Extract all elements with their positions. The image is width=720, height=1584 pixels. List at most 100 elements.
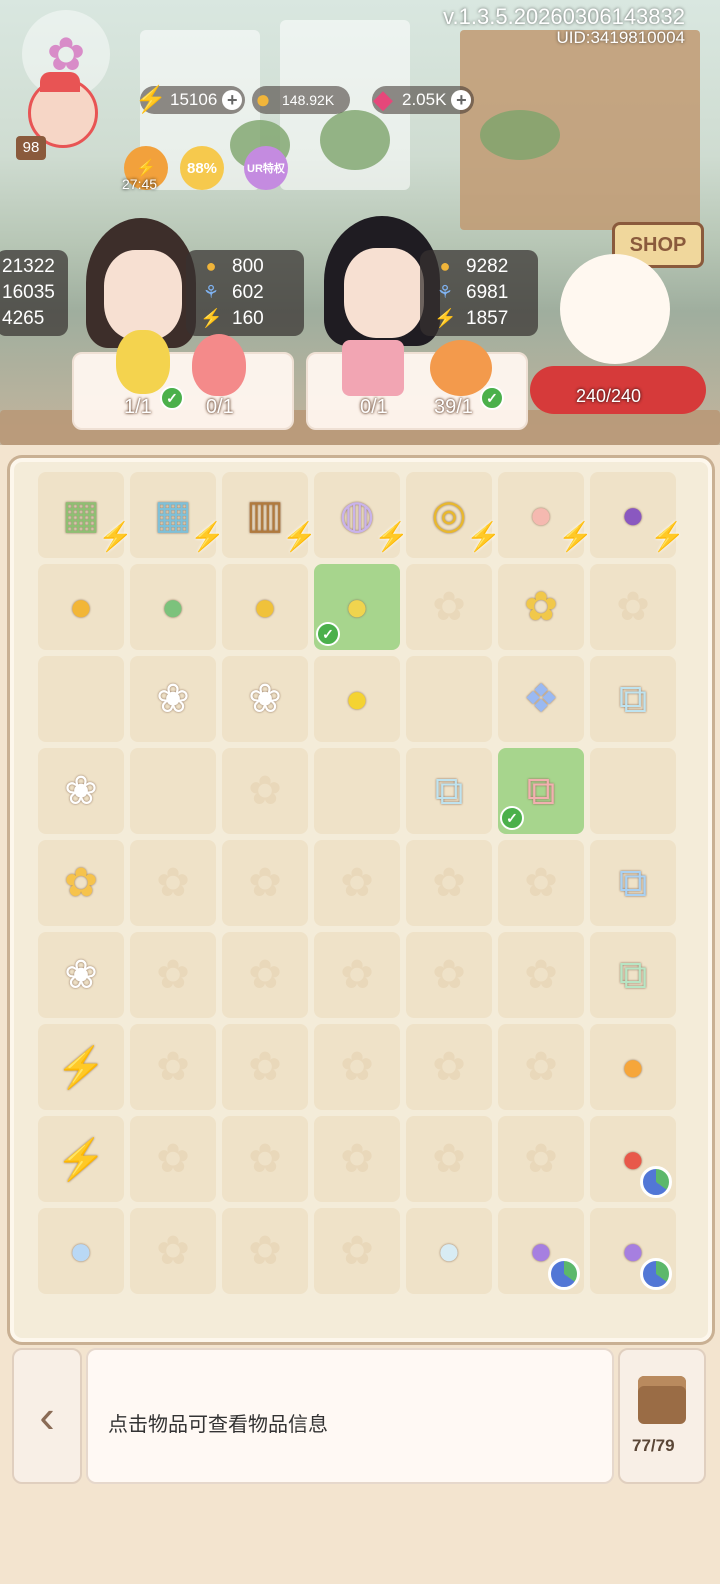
board-cell[interactable]: ▦ ⚡	[38, 472, 133, 558]
melon-icon: ●	[160, 584, 186, 629]
board-cell[interactable]: ✿	[222, 932, 308, 1018]
board-cell[interactable]: ▦ ⚡	[130, 472, 225, 558]
inventory-count: 77/79	[632, 1436, 675, 1455]
board-cell[interactable]: ⧉ ✓	[498, 748, 584, 834]
lemon-icon: ●	[344, 676, 370, 721]
locked-cell-icon: ✿	[156, 1045, 190, 1089]
board-cell[interactable]: ◎ ⚡	[406, 472, 501, 558]
board-cell[interactable]	[130, 748, 216, 834]
energy-orb-icon: ⚡	[56, 1045, 106, 1090]
board-cell[interactable]	[406, 656, 492, 742]
board-cell[interactable]: ✿	[314, 1116, 400, 1202]
board-cell[interactable]: ✿	[406, 1024, 492, 1110]
add-gems-button[interactable]: +	[451, 90, 472, 110]
magnolia-icon: ❀	[64, 769, 98, 813]
coin-counter[interactable]: ● 148.92K	[252, 85, 351, 114]
locked-cell-icon: ✿	[156, 861, 190, 905]
cooldown-icon	[548, 1258, 580, 1290]
board-cell[interactable]: ❖	[498, 656, 584, 742]
generator-bolt-icon: ⚡	[282, 521, 317, 552]
board-cell[interactable]: ●	[590, 1208, 676, 1294]
board-cell[interactable]: ✿	[222, 1116, 308, 1202]
board-cell[interactable]: ✿	[406, 1116, 492, 1202]
board-cell[interactable]	[590, 748, 676, 834]
board-cell[interactable]: ✿	[314, 1208, 400, 1294]
board-cell[interactable]	[38, 656, 124, 742]
board-cell[interactable]: ✿	[314, 932, 400, 1018]
board-cell[interactable]: ✿	[130, 1208, 216, 1294]
blue-jar-icon: ⧉	[618, 860, 648, 905]
board-cell[interactable]: ●	[38, 1208, 124, 1294]
boost-badge[interactable]: 88%	[180, 146, 224, 190]
ur-privilege-badge[interactable]: UR特权	[244, 146, 288, 190]
board-cell[interactable]: ●	[590, 1116, 676, 1202]
board-cell[interactable]: ◍ ⚡	[314, 472, 409, 558]
red-drop-icon	[192, 334, 246, 396]
board-cell[interactable]: ✿	[314, 840, 400, 926]
board-cell[interactable]: ⧉	[590, 840, 676, 926]
locked-cell-icon: ✿	[340, 1229, 374, 1273]
player-level: 98	[16, 136, 46, 160]
board-cell[interactable]: ✿	[406, 840, 492, 926]
energy-counter[interactable]: ⚡ 15106 +	[135, 85, 246, 114]
board-cell[interactable]: ✿	[222, 1208, 308, 1294]
butterfly-icon: ⚘	[202, 282, 220, 302]
board-cell[interactable]: ✿	[498, 564, 584, 650]
board-cell[interactable]: ⚡	[38, 1116, 124, 1202]
board-cell[interactable]: ⚡	[38, 1024, 124, 1110]
board-cell[interactable]: ●	[222, 564, 308, 650]
board-cell[interactable]: ●	[498, 1208, 584, 1294]
board-cell[interactable]: ✿	[130, 1116, 216, 1202]
board-cell[interactable]: ✿	[130, 1024, 216, 1110]
gem-counter[interactable]: ◆ 2.05K +	[372, 85, 475, 114]
board-cell[interactable]: ▥ ⚡	[222, 472, 317, 558]
board-cell[interactable]: ●	[314, 656, 400, 742]
board-cell[interactable]: ✿	[498, 1024, 584, 1110]
board-cell[interactable]: ✿	[314, 1024, 400, 1110]
board-cell[interactable]: ● ⚡	[590, 472, 685, 558]
butterfly-badge-icon: ❖	[523, 677, 559, 721]
coin-icon: ●	[255, 84, 271, 114]
green-jar-icon: ⧉	[618, 952, 648, 997]
board-cell[interactable]: ✿	[406, 932, 492, 1018]
board-cell[interactable]: ✿	[130, 932, 216, 1018]
energy-shards-icon: ⚡	[56, 1137, 106, 1182]
board-cell[interactable]: ✿	[38, 840, 124, 926]
locked-cell-icon: ✿	[432, 953, 466, 997]
board-cell[interactable]: ❀	[38, 932, 124, 1018]
board-cell[interactable]: ❀	[130, 656, 216, 742]
board-cell[interactable]: ❀	[38, 748, 124, 834]
board-cell[interactable]: ✿	[222, 1024, 308, 1110]
board-cell[interactable]: ⧉	[590, 932, 676, 1018]
board-cell[interactable]: ✿	[498, 932, 584, 1018]
generator-bolt-icon: ⚡	[98, 521, 133, 552]
board-cell[interactable]: ⧉	[406, 748, 492, 834]
board-cell[interactable]: ●	[130, 564, 216, 650]
board-cell[interactable]: ✿	[222, 748, 308, 834]
board-cell[interactable]: ● ⚡	[498, 472, 593, 558]
board-cell[interactable]: ● ✓	[314, 564, 400, 650]
locked-cell-icon: ✿	[156, 1137, 190, 1181]
customer-1-order[interactable]	[72, 352, 294, 430]
board-cell[interactable]: ✿	[406, 564, 492, 650]
item-info-text: 点击物品可查看物品信息	[108, 1414, 328, 1436]
board-cell[interactable]: ●	[38, 564, 124, 650]
board-cell[interactable]: ❀	[222, 656, 308, 742]
back-button[interactable]: ‹	[12, 1348, 82, 1484]
locked-cell-icon: ✿	[340, 861, 374, 905]
board-cell[interactable]: ✿	[498, 840, 584, 926]
coin-icon: ●	[439, 256, 451, 276]
add-energy-button[interactable]: +	[222, 90, 243, 110]
board-cell[interactable]: ✿	[222, 840, 308, 926]
board-cell[interactable]: ✿	[590, 564, 676, 650]
board-cell[interactable]	[314, 748, 400, 834]
board-cell[interactable]: ✿	[498, 1116, 584, 1202]
board-cell[interactable]: ⧉	[590, 656, 676, 742]
inventory-button[interactable]: 77/79	[618, 1348, 706, 1484]
board-cell[interactable]: ✿	[130, 840, 216, 926]
board-cell[interactable]: ●	[406, 1208, 492, 1294]
board-cell[interactable]: ●	[590, 1024, 676, 1110]
locked-cell-icon: ✿	[616, 585, 650, 629]
lightning-icon: ⚡	[200, 308, 223, 328]
uid-label: UID:3419810004	[556, 28, 685, 47]
